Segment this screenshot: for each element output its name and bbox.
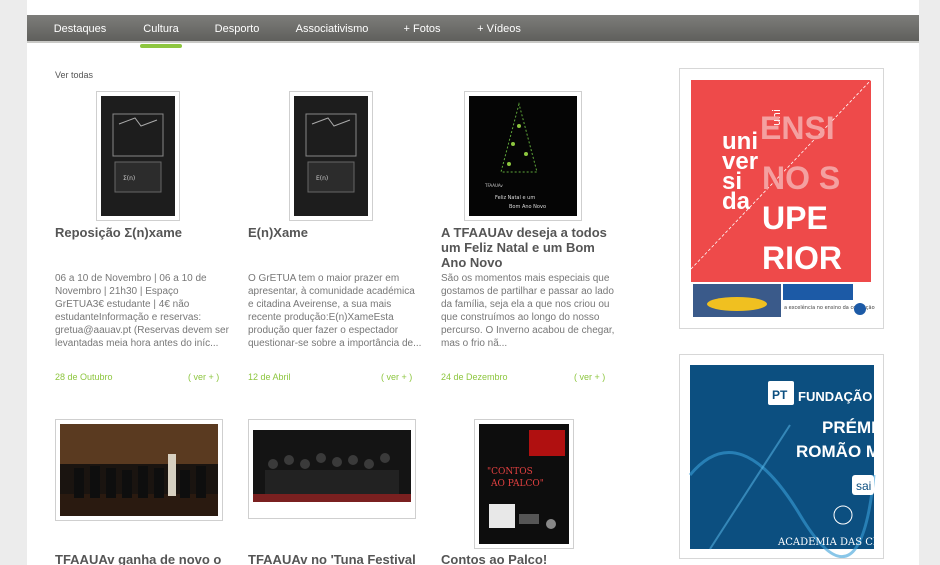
ad-word: RIOR xyxy=(762,240,842,276)
nav-associativismo[interactable]: Associativismo xyxy=(292,15,372,43)
pt-logo: PT xyxy=(772,388,788,402)
ad-word: da xyxy=(722,188,751,215)
poster-image: Σ(n) xyxy=(101,96,175,216)
article-excerpt: São os momentos mais especiais que gosta… xyxy=(441,273,615,349)
ver-todas-link[interactable]: Ver todas xyxy=(55,70,93,80)
photo-image xyxy=(60,424,218,516)
article-thumbnail[interactable]: "CONTOS AO PALCO" xyxy=(474,419,574,549)
poster-text: "CONTOS xyxy=(487,467,533,477)
ad-word: NO S xyxy=(762,160,840,196)
svg-text:E(n): E(n) xyxy=(316,175,328,182)
article-title[interactable]: E(n)Xame xyxy=(248,225,423,240)
photo-image xyxy=(253,424,411,514)
article-thumbnail[interactable]: TFAAUAv Feliz Natal e um Bom Ano Novo xyxy=(464,91,582,221)
article-thumbnail[interactable] xyxy=(55,419,223,521)
ver-mais-link[interactable]: ( ver + ) xyxy=(188,372,219,382)
article-title[interactable]: Reposição Σ(n)xame xyxy=(55,225,230,240)
article-title[interactable]: TFAAUAv ganha de novo o xyxy=(55,552,230,565)
article-title[interactable]: Contos ao Palco! xyxy=(441,552,616,565)
poster-text: TFAAUAv xyxy=(484,183,503,188)
ad-brand: FUNDAÇÃO xyxy=(798,389,872,404)
article-date: 12 de Abril xyxy=(248,372,291,382)
poster-text: AO PALCO" xyxy=(490,479,544,489)
ver-mais-link[interactable]: ( ver + ) xyxy=(381,372,412,382)
ad-word: UPE xyxy=(762,200,828,236)
nav-destaques[interactable]: Destaques xyxy=(45,15,115,43)
article-excerpt: O GrETUA tem o maior prazer em apresenta… xyxy=(248,273,422,349)
ad-banner-fundacao-pt[interactable]: PT FUNDAÇÃO PRÉMI ROMÃO M sai ACADEMIA D… xyxy=(679,354,884,559)
nav-desporto[interactable]: Desporto xyxy=(209,15,265,43)
article-title[interactable]: A TFAAUAv deseja a todos um Feliz Natal … xyxy=(441,225,616,270)
main-nav: Destaques Cultura Desporto Associativism… xyxy=(27,15,919,48)
article-thumbnail[interactable]: Σ(n) xyxy=(96,91,180,221)
ad-word: ENSI xyxy=(760,110,835,146)
ad-headline: ROMÃO M xyxy=(796,441,880,461)
ad-footer: ACADEMIA DAS CIÊNCIA xyxy=(777,536,883,548)
article-excerpt: 06 a 10 de Novembro | 06 a 10 de Novembr… xyxy=(55,273,229,349)
nav-videos[interactable]: + Vídeos xyxy=(474,15,524,43)
nav-cultura[interactable]: Cultura xyxy=(140,15,182,48)
svg-text:Σ(n): Σ(n) xyxy=(123,175,135,182)
poster-text: Bom Ano Novo xyxy=(509,204,546,210)
article-thumbnail[interactable]: E(n) xyxy=(289,91,373,221)
ad-headline: PRÉMI xyxy=(822,418,876,437)
article-title[interactable]: TFAAUAv no 'Tuna Festival xyxy=(248,552,423,565)
nav-fotos[interactable]: + Fotos xyxy=(401,15,443,43)
poster-image: TFAAUAv Feliz Natal e um Bom Ano Novo xyxy=(469,96,577,216)
ver-mais-link[interactable]: ( ver + ) xyxy=(574,372,605,382)
poster-text: Feliz Natal e um xyxy=(495,195,535,201)
poster-image: E(n) xyxy=(294,96,368,216)
article-date: 24 de Dezembro xyxy=(441,372,508,382)
article-thumbnail[interactable] xyxy=(248,419,416,519)
article-date: 28 de Outubro xyxy=(55,372,113,382)
poster-image: "CONTOS AO PALCO" xyxy=(479,424,569,544)
ad-banner-ensino-superior[interactable]: uni uni ver si da ENSI NO S UPE RIOR a e… xyxy=(679,68,884,329)
ad-cta: sai xyxy=(856,479,871,493)
